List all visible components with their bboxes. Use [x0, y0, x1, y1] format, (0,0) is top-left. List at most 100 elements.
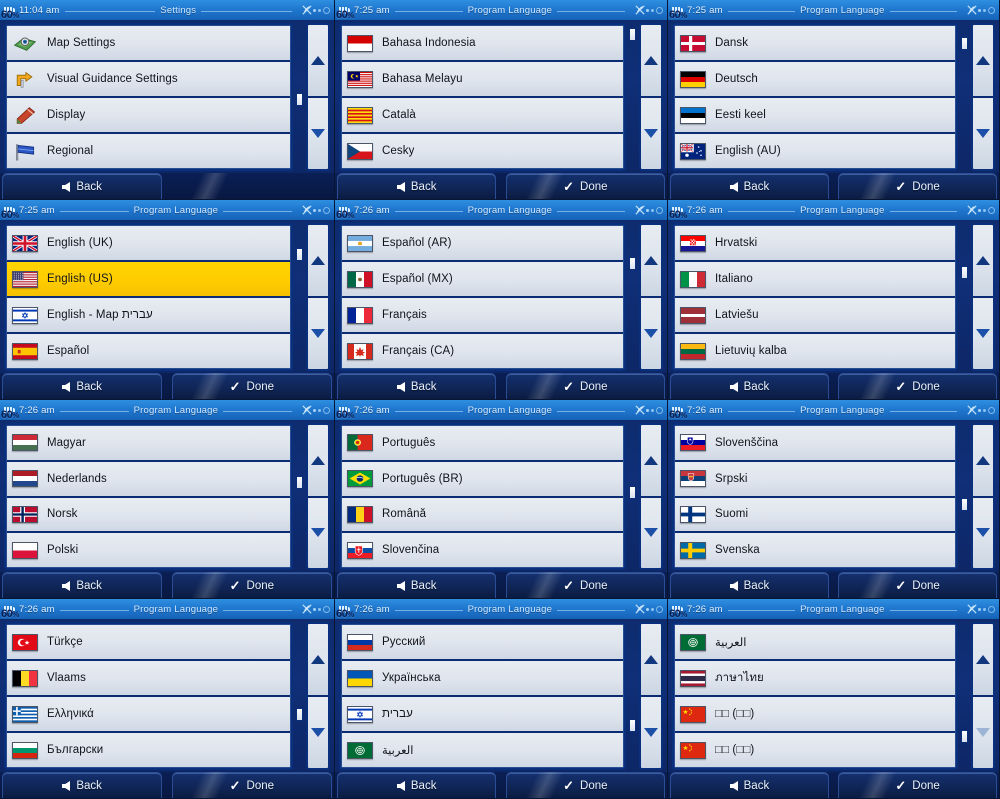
scrollbar[interactable]: [629, 23, 663, 171]
list-item[interactable]: Latviešu: [675, 298, 955, 334]
satellite-off-icon[interactable]: [302, 205, 312, 215]
scrollbar-thumb[interactable]: [296, 93, 303, 106]
scrollbar[interactable]: [629, 622, 663, 770]
scrollbar-track[interactable]: [629, 23, 636, 171]
list-item[interactable]: Vlaams: [7, 661, 290, 697]
back-button[interactable]: Back: [670, 373, 829, 399]
list-item[interactable]: English - Map עברית: [7, 298, 290, 334]
scroll-up-button[interactable]: [973, 225, 993, 298]
satellite-off-icon[interactable]: [302, 405, 312, 415]
done-button[interactable]: ✓ Done: [838, 173, 997, 199]
gear-icon[interactable]: [988, 6, 995, 14]
list-item[interactable]: Norsk: [7, 497, 290, 534]
list-item[interactable]: Deutsch: [675, 62, 955, 98]
gear-icon[interactable]: [988, 605, 995, 613]
scrollbar-track[interactable]: [629, 622, 636, 770]
scrollbar-track[interactable]: [961, 23, 968, 171]
back-button[interactable]: Back: [670, 173, 829, 199]
gear-icon[interactable]: [656, 605, 663, 613]
scroll-up-button[interactable]: [308, 425, 328, 498]
scrollbar[interactable]: [961, 423, 995, 570]
scrollbar-track[interactable]: [296, 223, 303, 371]
scroll-down-button[interactable]: [308, 497, 328, 568]
scroll-up-button[interactable]: [641, 25, 661, 98]
back-button[interactable]: Back: [337, 173, 497, 199]
gear-icon[interactable]: [656, 206, 663, 214]
done-button[interactable]: ✓ Done: [505, 173, 665, 199]
list-item[interactable]: Suomi: [675, 497, 955, 534]
scrollbar[interactable]: [961, 23, 995, 171]
done-button[interactable]: ✓ Done: [505, 373, 665, 399]
scroll-down-button[interactable]: [641, 497, 661, 568]
list-item[interactable]: Español (AR): [342, 226, 623, 262]
scrollbar-thumb[interactable]: [961, 37, 968, 50]
scroll-down-button[interactable]: [973, 298, 993, 369]
scroll-down-button[interactable]: [641, 298, 661, 369]
scroll-down-button[interactable]: [973, 497, 993, 568]
list-item[interactable]: Česky: [342, 134, 623, 168]
list-item[interactable]: Visual Guidance Settings: [7, 62, 290, 98]
scrollbar-thumb[interactable]: [961, 730, 968, 743]
satellite-off-icon[interactable]: [967, 5, 977, 15]
list-item[interactable]: Español: [7, 334, 290, 368]
scrollbar-track[interactable]: [961, 223, 968, 371]
satellite-off-icon[interactable]: [967, 405, 977, 415]
done-button[interactable]: ✓ Done: [171, 373, 332, 399]
done-button[interactable]: ✓ Done: [838, 373, 997, 399]
list-item[interactable]: English (AU): [675, 134, 955, 168]
scroll-up-button[interactable]: [973, 624, 993, 697]
back-button[interactable]: Back: [2, 373, 163, 399]
gear-icon[interactable]: [323, 406, 330, 414]
back-button[interactable]: Back: [2, 772, 163, 798]
back-button[interactable]: Back: [670, 572, 829, 598]
back-button[interactable]: Back: [337, 772, 497, 798]
back-button[interactable]: Back: [337, 572, 497, 598]
done-button[interactable]: ✓ Done: [171, 572, 332, 598]
gear-icon[interactable]: [656, 406, 663, 414]
satellite-off-icon[interactable]: [302, 604, 312, 614]
satellite-off-icon[interactable]: [967, 205, 977, 215]
done-button[interactable]: ✓ Done: [838, 572, 997, 598]
back-button[interactable]: Back: [337, 373, 497, 399]
scrollbar-thumb[interactable]: [629, 719, 636, 732]
done-button[interactable]: ✓ Done: [838, 772, 997, 798]
scrollbar-thumb[interactable]: [961, 266, 968, 279]
list-item[interactable]: English (US): [7, 262, 290, 298]
scroll-down-button[interactable]: [973, 98, 993, 169]
scrollbar-thumb[interactable]: [629, 257, 636, 270]
done-button[interactable]: ✓ Done: [505, 572, 665, 598]
back-button[interactable]: Back: [670, 772, 829, 798]
list-item[interactable]: العربية: [675, 625, 955, 661]
list-item[interactable]: Bahasa Indonesia: [342, 26, 623, 62]
scrollbar-track[interactable]: [296, 423, 303, 570]
back-button[interactable]: Back: [2, 173, 163, 199]
list-item[interactable]: עברית: [342, 697, 623, 733]
scrollbar-thumb[interactable]: [961, 498, 968, 511]
satellite-off-icon[interactable]: [635, 205, 645, 215]
list-item[interactable]: Català: [342, 98, 623, 134]
scrollbar-thumb[interactable]: [629, 486, 636, 499]
scrollbar[interactable]: [961, 622, 995, 770]
scroll-up-button[interactable]: [641, 624, 661, 697]
scrollbar-track[interactable]: [629, 423, 636, 570]
scroll-up-button[interactable]: [641, 225, 661, 298]
satellite-off-icon[interactable]: [302, 5, 312, 15]
list-item[interactable]: ภาษาไทย: [675, 661, 955, 697]
scroll-up-button[interactable]: [308, 624, 328, 697]
scrollbar-track[interactable]: [961, 622, 968, 770]
scrollbar-track[interactable]: [296, 23, 303, 171]
list-item[interactable]: Slovenčina: [342, 533, 623, 567]
scroll-down-button[interactable]: [641, 98, 661, 169]
scrollbar[interactable]: [629, 423, 663, 570]
list-item[interactable]: Italiano: [675, 262, 955, 298]
done-button[interactable]: ✓ Done: [171, 772, 332, 798]
scrollbar-thumb[interactable]: [629, 28, 636, 41]
scrollbar[interactable]: [296, 622, 330, 770]
list-item[interactable]: English (UK): [7, 226, 290, 262]
gear-icon[interactable]: [323, 605, 330, 613]
list-item[interactable]: Español (MX): [342, 262, 623, 298]
scroll-down-button[interactable]: [308, 98, 328, 169]
list-item[interactable]: Русский: [342, 625, 623, 661]
list-item[interactable]: Magyar: [7, 426, 290, 462]
list-item[interactable]: Dansk: [675, 26, 955, 62]
